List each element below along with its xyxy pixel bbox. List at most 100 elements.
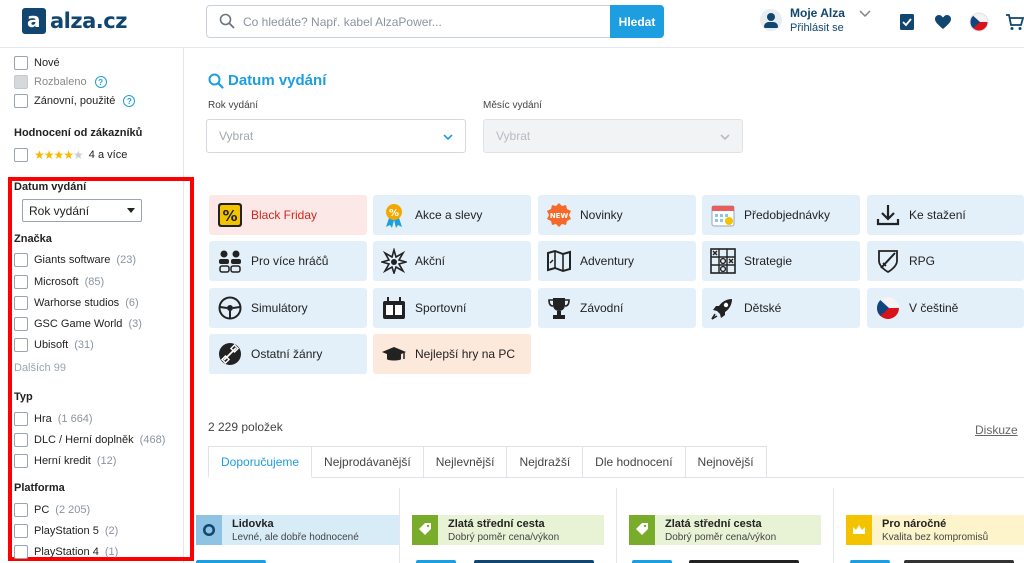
svg-text:%: % bbox=[389, 208, 399, 219]
tile-nejlepsi-hry-na-pc[interactable]: Nejlepší hry na PC bbox=[373, 334, 531, 374]
checkbox[interactable] bbox=[14, 275, 28, 289]
checkbox[interactable] bbox=[14, 454, 28, 468]
card-divider bbox=[399, 488, 400, 563]
filter-type-item[interactable]: DLC / Herní doplněk (468) bbox=[14, 433, 165, 447]
tab-doporucujeme[interactable]: Doporučujeme bbox=[208, 446, 313, 478]
logo-text: alza.cz bbox=[50, 9, 127, 33]
checkbox[interactable] bbox=[14, 433, 28, 447]
checkbox[interactable] bbox=[14, 503, 28, 517]
checkbox[interactable] bbox=[14, 524, 28, 538]
checkbox[interactable] bbox=[14, 56, 28, 70]
filter-platform-item[interactable]: PlayStation 4 (1) bbox=[14, 545, 118, 559]
filter-platform-item[interactable]: PlayStation 5 (2) bbox=[14, 524, 118, 538]
type-title: Typ bbox=[14, 391, 33, 403]
tile-sportovni[interactable]: Sportovní bbox=[373, 288, 531, 328]
release-date-title: Datum vydání bbox=[14, 181, 87, 193]
checkbox[interactable] bbox=[14, 412, 28, 426]
graduation-cap-icon bbox=[381, 341, 407, 367]
checklist-icon[interactable] bbox=[896, 11, 918, 33]
checkbox[interactable] bbox=[14, 317, 28, 331]
user-avatar-icon bbox=[760, 9, 782, 31]
tile-akcni[interactable]: Akční bbox=[373, 241, 531, 281]
help-icon[interactable]: ? bbox=[94, 76, 107, 88]
filter-platform-item[interactable]: PC (2 205) bbox=[14, 503, 90, 517]
filter-count: (1) bbox=[104, 546, 119, 558]
tile-predobjednavky[interactable]: Předobjednávky bbox=[702, 195, 860, 235]
filter-rating[interactable]: ★★★★★ 4 a více bbox=[14, 148, 127, 162]
filter-label: Ubisoft bbox=[34, 339, 69, 351]
badge-subtitle: Dobrý poměr cena/výkon bbox=[665, 532, 777, 543]
tile-label: Simulátory bbox=[251, 301, 308, 315]
tile-v-cestine[interactable]: V češtině bbox=[867, 288, 1024, 328]
heart-icon[interactable] bbox=[932, 11, 954, 33]
tile-strategie[interactable]: Strategie bbox=[702, 241, 860, 281]
card-divider bbox=[833, 488, 834, 563]
filter-type-item[interactable]: Hra (1 664) bbox=[14, 412, 93, 426]
medal-icon: % bbox=[381, 202, 407, 228]
checkbox[interactable] bbox=[14, 296, 28, 310]
map-icon bbox=[546, 248, 572, 274]
tile-simulatory[interactable]: Simulátory bbox=[209, 288, 367, 328]
dropdown-value: Vybrat bbox=[496, 129, 531, 143]
login-link[interactable]: Přihlásit se bbox=[790, 22, 845, 34]
explosion-icon bbox=[381, 248, 407, 274]
tile-zavodni[interactable]: Závodní bbox=[538, 288, 696, 328]
tile-label: Adventury bbox=[580, 254, 635, 268]
badge-subtitle: Kvalita bez kompromisů bbox=[882, 532, 989, 543]
tab-dle-hodnoceni[interactable]: Dle hodnocení bbox=[583, 446, 686, 478]
checkbox[interactable] bbox=[14, 338, 28, 352]
year-label: Rok vydání bbox=[208, 100, 259, 111]
sword-shield-icon bbox=[875, 248, 901, 274]
filter-count: (6) bbox=[125, 297, 139, 309]
filter-state-new[interactable]: Nové bbox=[14, 56, 60, 70]
tab-nejnovejsi[interactable]: Nejnovější bbox=[685, 446, 767, 478]
tile-novinky[interactable]: NEW Novinky bbox=[538, 195, 696, 235]
month-dropdown: Vybrat bbox=[483, 119, 743, 153]
filter-state-unpacked[interactable]: Rozbaleno ? bbox=[14, 75, 107, 89]
checkbox[interactable] bbox=[14, 253, 28, 267]
release-year-select[interactable]: Rok vydání bbox=[22, 199, 142, 222]
tile-adventury[interactable]: Adventury bbox=[538, 241, 696, 281]
user-menu[interactable]: Moje Alza Přihlásit se bbox=[760, 6, 871, 34]
tile-rpg[interactable]: RPG bbox=[867, 241, 1024, 281]
filter-brand-item[interactable]: Giants software (23) bbox=[14, 253, 136, 267]
diskuze-link[interactable]: Diskuze bbox=[975, 423, 1018, 437]
checkbox[interactable] bbox=[14, 94, 28, 108]
checkbox bbox=[14, 75, 28, 89]
filter-brand-item[interactable]: Warhorse studios (6) bbox=[14, 296, 139, 310]
checkbox[interactable] bbox=[14, 545, 28, 559]
rating-title: Hodnocení od zákazníků bbox=[14, 127, 143, 139]
badge-title: Lidovka bbox=[232, 518, 274, 530]
filter-brand-item[interactable]: Microsoft (85) bbox=[14, 275, 104, 289]
alza-logo[interactable]: alza.cz bbox=[22, 8, 127, 34]
search-button[interactable]: Hledat bbox=[610, 5, 664, 38]
search-input[interactable] bbox=[243, 7, 609, 36]
filter-label: PC bbox=[34, 504, 50, 516]
brand-more-link[interactable]: Dalších 99 bbox=[14, 362, 66, 374]
czech-flag-icon bbox=[875, 295, 901, 321]
checkbox[interactable] bbox=[14, 148, 28, 162]
star-rating-icon: ★★★★★ bbox=[34, 148, 84, 162]
cart-icon[interactable] bbox=[1004, 11, 1024, 33]
calendar-icon bbox=[710, 202, 736, 228]
filter-count: (12) bbox=[96, 455, 117, 467]
tile-detske[interactable]: Dětské bbox=[702, 288, 860, 328]
czech-flag-icon[interactable] bbox=[968, 11, 990, 33]
tab-nejlevnejsi[interactable]: Nejlevnější bbox=[423, 446, 508, 478]
filter-state-used[interactable]: Zánovní, použité ? bbox=[14, 94, 136, 108]
year-dropdown[interactable]: Vybrat bbox=[206, 119, 466, 153]
tile-akce-a-slevy[interactable]: % Akce a slevy bbox=[373, 195, 531, 235]
tag-icon bbox=[629, 515, 655, 545]
tile-ostatni-zanry[interactable]: Ostatní žánry bbox=[209, 334, 367, 374]
tile-pro-vice-hracu[interactable]: Pro více hráčů bbox=[209, 241, 367, 281]
help-icon[interactable]: ? bbox=[123, 95, 136, 107]
search-bar: Hledat bbox=[206, 5, 664, 38]
tile-ke-stazeni[interactable]: Ke stažení bbox=[867, 195, 1024, 235]
filter-brand-item[interactable]: GSC Game World (3) bbox=[14, 317, 142, 331]
tile-black-friday[interactable]: % Black Friday bbox=[209, 195, 367, 235]
badge-title: Zlatá střední cesta bbox=[448, 518, 545, 530]
filter-type-item[interactable]: Herní kredit (12) bbox=[14, 454, 116, 468]
tab-nejprodavanejsi[interactable]: Nejprodávanější bbox=[312, 446, 424, 478]
filter-brand-item[interactable]: Ubisoft (31) bbox=[14, 338, 94, 352]
tab-nejdrazsi[interactable]: Nejdražší bbox=[507, 446, 584, 478]
